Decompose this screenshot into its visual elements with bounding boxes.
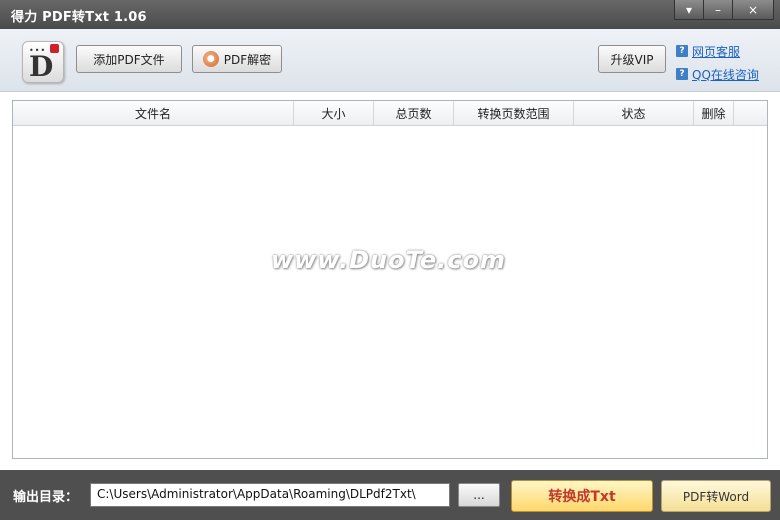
add-pdf-label: 添加PDF文件 [93,52,165,67]
convert-to-txt-button[interactable]: 转换成Txt [511,480,653,512]
watermark-text: www.DuoTe.com [271,246,506,274]
title-bar: 得力 PDF转Txt 1.06 ▾ – × [0,0,780,29]
column-status[interactable]: 状态 [574,101,694,125]
column-page-count[interactable]: 总页数 [374,101,454,125]
help-icon: ? [676,68,688,80]
column-filename[interactable]: 文件名 [13,101,294,125]
bottom-bar: 输出目录： C:\Users\Administrator\AppData\Roa… [0,470,780,520]
column-size[interactable]: 大小 [294,101,374,125]
minimize-button[interactable]: – [703,0,733,20]
column-page-range[interactable]: 转换页数范围 [454,101,574,125]
close-button[interactable]: × [732,0,774,20]
help-icon: ? [676,45,688,57]
pdf-to-word-button[interactable]: PDF转Word [661,480,771,512]
qq-support-link[interactable]: QQ在线咨询 [692,66,759,83]
browse-button[interactable]: ... [458,483,500,507]
pdf-decrypt-label: PDF解密 [223,52,272,67]
output-dir-label: 输出目录： [13,490,79,505]
pdf-decrypt-button[interactable]: ● PDF解密 [192,45,282,73]
web-support-link[interactable]: 网页客服 [692,43,740,60]
decrypt-icon: ● [202,51,219,67]
window-controls: ▾ – × [674,0,774,20]
window-title: 得力 PDF转Txt 1.06 [11,10,147,25]
logo-letter: D [29,50,54,83]
app-logo: ••• D [22,41,64,83]
qq-support-link-row: ? QQ在线咨询 [676,65,759,83]
column-delete[interactable]: 删除 [694,101,734,125]
table-header: 文件名 大小 总页数 转换页数范围 状态 删除 [13,101,767,126]
web-support-link-row: ? 网页客服 [676,42,759,60]
upgrade-vip-label: 升级VIP [610,52,654,67]
menu-dropdown-button[interactable]: ▾ [674,0,704,20]
upgrade-vip-button[interactable]: 升级VIP [598,45,666,73]
file-table: 文件名 大小 总页数 转换页数范围 状态 删除 www.DuoTe.com [12,100,768,459]
output-path-field[interactable]: C:\Users\Administrator\AppData\Roaming\D… [90,483,450,507]
support-links: ? 网页客服 ? QQ在线咨询 [676,42,759,88]
add-pdf-button[interactable]: 添加PDF文件 [76,45,182,73]
